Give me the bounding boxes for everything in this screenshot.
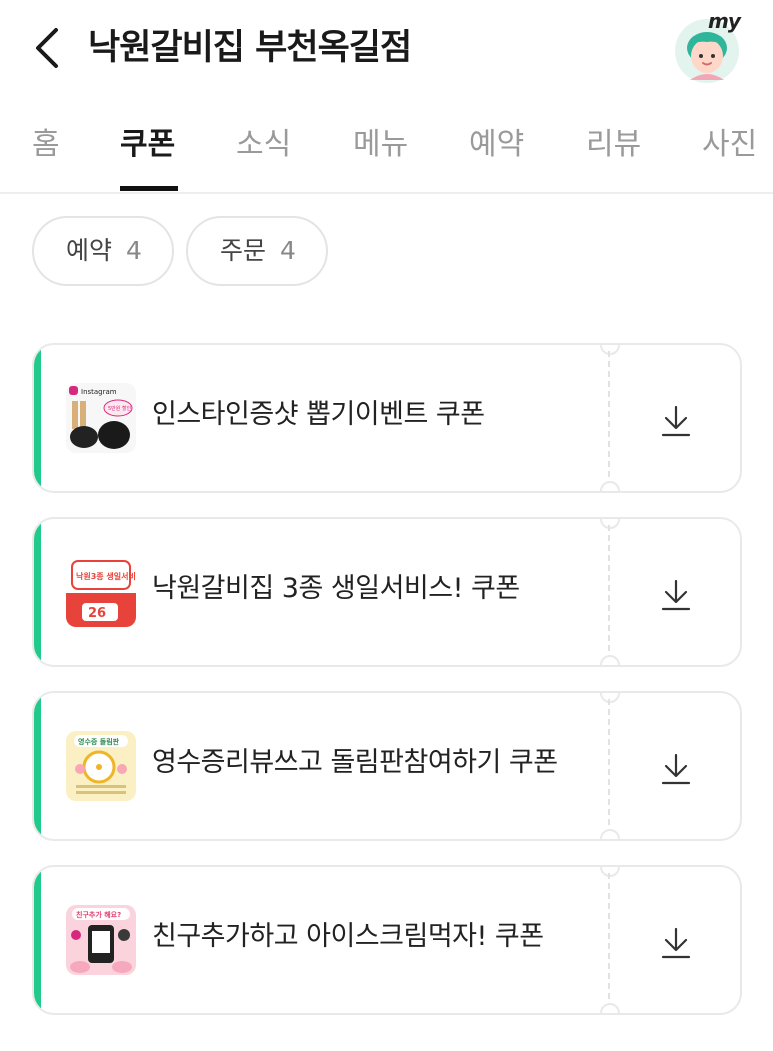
download-button[interactable] <box>652 925 700 961</box>
coupon-card[interactable]: 친구추가 해요? 친구추가하고 아이스크림먹자! 쿠폰 <box>32 865 742 1015</box>
chip-count: 4 <box>126 236 142 265</box>
coupon-notch <box>600 867 620 877</box>
friend-add-promo-image: 친구추가 해요? <box>66 905 136 975</box>
thumb-caption: 낙원3종 생일서비스 <box>76 571 136 581</box>
roulette-promo-image: 영수증 돌림판 <box>66 731 136 801</box>
back-button[interactable] <box>28 22 72 74</box>
tab-review[interactable]: 리뷰 <box>586 124 641 166</box>
header: 낙원갈비집 부천옥길점 my <box>0 0 773 100</box>
coupon-accent-bar <box>34 867 41 1013</box>
download-icon <box>661 927 691 959</box>
chip-label: 예약 <box>66 236 113 265</box>
coupon-notch <box>600 1003 620 1013</box>
coupon-notch <box>600 481 620 491</box>
active-tab-indicator <box>120 186 178 191</box>
birthday-promo-image: 낙원3종 생일서비스 26 <box>66 557 136 627</box>
download-icon <box>661 405 691 437</box>
coupon-notch <box>600 519 620 529</box>
coupon-card[interactable]: Instagram 5만원 할인 인스타인증샷 뽑기이벤트 쿠폰 <box>32 343 742 493</box>
coupon-name: 인스타인증샷 뽑기이벤트 쿠폰 <box>152 399 485 430</box>
thumb-badge: 26 <box>88 606 106 621</box>
download-icon <box>661 579 691 611</box>
coupon-notch <box>600 829 620 839</box>
coupon-separator <box>608 351 610 487</box>
coupon-separator <box>608 525 610 661</box>
coupon-accent-bar <box>34 693 41 839</box>
tab-news[interactable]: 소식 <box>236 124 291 166</box>
coupon-name: 낙원갈비집 3종 생일서비스! 쿠폰 <box>152 573 520 604</box>
page-title: 낙원갈비집 부천옥길점 <box>88 28 412 68</box>
coupon-thumbnail: Instagram 5만원 할인 <box>66 383 136 453</box>
coupon-thumbnail: 낙원3종 생일서비스 26 <box>66 557 136 627</box>
chip-count: 4 <box>280 236 296 265</box>
tab-home[interactable]: 홈 <box>32 124 60 166</box>
download-button[interactable] <box>652 751 700 787</box>
filter-chip-order[interactable]: 주문 4 <box>186 216 328 286</box>
coupon-thumbnail: 영수증 돌림판 <box>66 731 136 801</box>
coupon-accent-bar <box>34 345 41 491</box>
chip-label: 주문 <box>220 236 267 265</box>
chevron-left-icon <box>36 28 58 68</box>
coupon-separator <box>608 699 610 835</box>
filter-chip-reservation[interactable]: 예약 4 <box>32 216 174 286</box>
avatar-label: my <box>708 9 741 33</box>
coupon-name: 친구추가하고 아이스크림먹자! 쿠폰 <box>152 921 544 952</box>
coupon-name: 영수증리뷰쓰고 돌림판참여하기 쿠폰 <box>152 747 558 778</box>
thumb-caption: Instagram <box>81 388 117 396</box>
tab-bar: 홈 쿠폰 소식 메뉴 예약 리뷰 사진 <box>0 110 773 194</box>
coupon-notch <box>600 693 620 703</box>
coupon-card[interactable]: 영수증 돌림판 영수증리뷰쓰고 돌림판참여하기 쿠폰 <box>32 691 742 841</box>
coupon-separator <box>608 873 610 1009</box>
thumb-caption: 영수증 돌림판 <box>78 737 120 746</box>
tab-menu[interactable]: 메뉴 <box>353 124 408 166</box>
tab-photo[interactable]: 사진 <box>702 124 757 166</box>
thumb-caption: 친구추가 해요? <box>76 910 121 919</box>
instagram-promo-image: Instagram 5만원 할인 <box>66 383 136 453</box>
tab-reservation[interactable]: 예약 <box>469 124 524 166</box>
download-button[interactable] <box>652 577 700 613</box>
coupon-notch <box>600 655 620 665</box>
coupon-thumbnail: 친구추가 해요? <box>66 905 136 975</box>
coupon-card[interactable]: 낙원3종 생일서비스 26 낙원갈비집 3종 생일서비스! 쿠폰 <box>32 517 742 667</box>
tab-coupon[interactable]: 쿠폰 <box>120 124 175 166</box>
coupon-notch <box>600 345 620 355</box>
coupon-accent-bar <box>34 519 41 665</box>
thumb-badge: 5만원 할인 <box>108 405 132 412</box>
download-icon <box>661 753 691 785</box>
download-button[interactable] <box>652 403 700 439</box>
